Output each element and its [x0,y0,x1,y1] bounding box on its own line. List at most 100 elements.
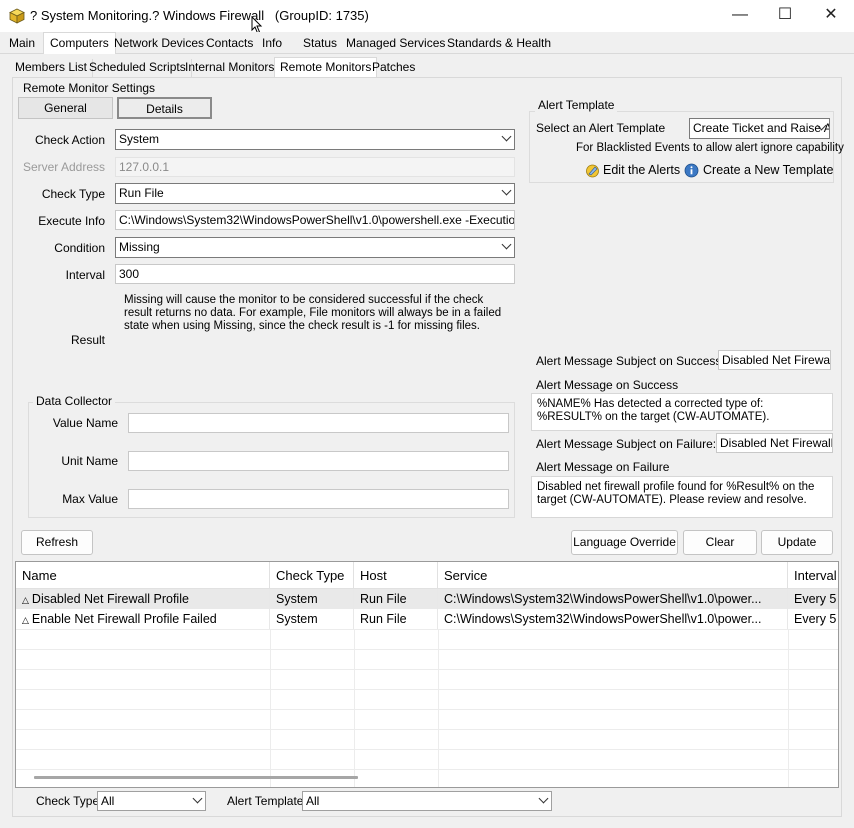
check-action-value: System [119,132,160,146]
window-title: ? System Monitoring.? Windows Firewall (… [30,8,369,23]
success-subject-label: Alert Message Subject on Success: [536,354,725,368]
chevron-down-icon [192,793,203,804]
title-bar: ? System Monitoring.? Windows Firewall (… [0,0,854,34]
language-override-button[interactable]: Language Override [571,530,678,555]
grid-line [16,689,838,690]
select-alert-template-label: Select an Alert Template [536,121,666,135]
general-button[interactable]: General [18,97,113,119]
value-name-field[interactable] [128,413,509,433]
condition-label: Condition [54,241,105,255]
column-header-service[interactable]: Service [438,562,788,589]
row-name: Enable Net Firewall Profile Failed [31,612,217,626]
success-subject-field[interactable]: Disabled Net Firewall P [718,350,831,370]
sub-tab-strip: Members List Scheduled Scripts Internal … [8,57,848,77]
execute-info-label: Execute Info [38,214,105,228]
tab-contacts[interactable]: Contacts [200,34,259,54]
edit-alerts-link[interactable]: Edit the Alerts [603,163,680,177]
tab-status[interactable]: Status [297,34,343,54]
row-service: C:\Windows\System32\WindowsPowerShell\v1… [438,609,788,629]
success-message-label: Alert Message on Success [536,378,679,392]
grid-line [16,749,838,750]
failure-message-field[interactable]: Disabled net firewall profile found for … [531,476,833,518]
check-action-select[interactable]: System [115,129,515,150]
tab-info[interactable]: Info [256,34,288,54]
max-value-field[interactable] [128,489,509,509]
unit-name-field[interactable] [128,451,509,471]
alert-template-title: Alert Template [535,98,618,112]
filter-alert-template-select[interactable]: All [302,791,552,811]
column-header-check-type[interactable]: Check Type [270,562,354,589]
row-interval: Every 5 [794,592,837,606]
app-cube-icon [9,8,25,24]
grid-line [16,669,838,670]
result-help-text: Missing will cause the monitor to be con… [124,294,502,332]
tab-remote-monitors[interactable]: Remote Monitors [274,57,378,77]
interval-field[interactable]: 300 [115,264,515,284]
table-row[interactable]: △ Enable Net Firewall Profile Failed Syst… [16,609,838,629]
grid-line [16,629,838,630]
row-check-type: System [270,589,354,609]
filter-check-type-label: Check Type [36,794,100,808]
row-marker: △ [22,615,29,625]
tab-main[interactable]: Main [3,34,41,54]
filter-alert-template-label: Alert Template [227,794,304,808]
details-button[interactable]: Details [117,97,212,119]
tab-network-devices[interactable]: Network Devices [108,34,210,54]
failure-subject-field[interactable]: Disabled Net Firewall Pr [716,433,833,453]
max-value-label: Max Value [62,492,118,506]
unit-name-label: Unit Name [61,454,118,468]
tab-scheduled-scripts[interactable]: Scheduled Scripts [84,59,192,77]
chevron-down-icon [538,793,549,804]
condition-select[interactable]: Missing [115,237,515,258]
blacklist-note: For Blacklisted Events to allow alert ig… [576,142,844,154]
column-header-name[interactable]: Name [16,562,270,589]
failure-message-label: Alert Message on Failure [536,460,670,474]
close-button[interactable]: ✕ [808,0,854,32]
remote-monitor-settings-title: Remote Monitor Settings [23,81,156,95]
row-check-type: System [270,609,354,629]
info-icon [684,163,699,178]
row-host: Run File [354,589,438,609]
row-host: Run File [354,609,438,629]
alert-template-select[interactable]: Create Ticket and Raise A [689,118,830,139]
minimize-button[interactable]: — [717,0,763,32]
result-label: Result [70,333,105,347]
alert-template-value: Create Ticket and Raise A [693,121,830,135]
check-type-select[interactable]: Run File [115,183,515,204]
tab-managed-services[interactable]: Managed Services [340,34,451,54]
condition-value: Missing [119,240,160,254]
filter-check-type-value: All [101,794,115,808]
execute-info-field[interactable]: C:\Windows\System32\WindowsPowerShell\v1… [115,210,515,230]
horizontal-scrollbar[interactable] [34,776,358,779]
tab-computers[interactable]: Computers [43,32,116,54]
chevron-down-icon [501,185,512,196]
check-type-label: Check Type [41,187,105,201]
table-row[interactable]: △ Disabled Net Firewall Profile System Ru… [16,589,838,609]
update-button[interactable]: Update [761,530,833,555]
data-collector-title: Data Collector [33,394,116,408]
clear-button[interactable]: Clear [683,530,757,555]
interval-label: Interval [65,268,105,282]
filter-check-type-select[interactable]: All [97,791,206,811]
maximize-button[interactable]: ☐ [762,0,808,32]
grid-line [16,649,838,650]
check-type-value: Run File [119,186,164,200]
column-header-interval[interactable]: Interval [788,562,838,589]
grid-line [16,769,838,770]
row-interval: Every 5 [794,612,837,626]
column-header-host[interactable]: Host [354,562,438,589]
tab-patches[interactable]: Patches [367,59,420,77]
row-name: Disabled Net Firewall Profile [31,592,189,606]
create-template-link[interactable]: Create a New Template [703,163,833,177]
tab-members-list[interactable]: Members List [10,59,94,77]
row-marker: △ [22,595,29,605]
tab-internal-monitors[interactable]: Internal Monitors [180,59,281,77]
failure-subject-label: Alert Message Subject on Failure: [536,437,717,451]
filter-alert-template-value: All [306,794,320,808]
server-address-label: Server Address [22,160,105,174]
refresh-button[interactable]: Refresh [21,530,93,555]
grid-line [16,709,838,710]
main-tab-strip: Main Computers Network Devices Contacts … [0,32,854,54]
tab-standards-health[interactable]: Standards & Health [441,34,557,54]
success-message-field[interactable]: %NAME% Has detected a corrected type of:… [531,393,833,431]
